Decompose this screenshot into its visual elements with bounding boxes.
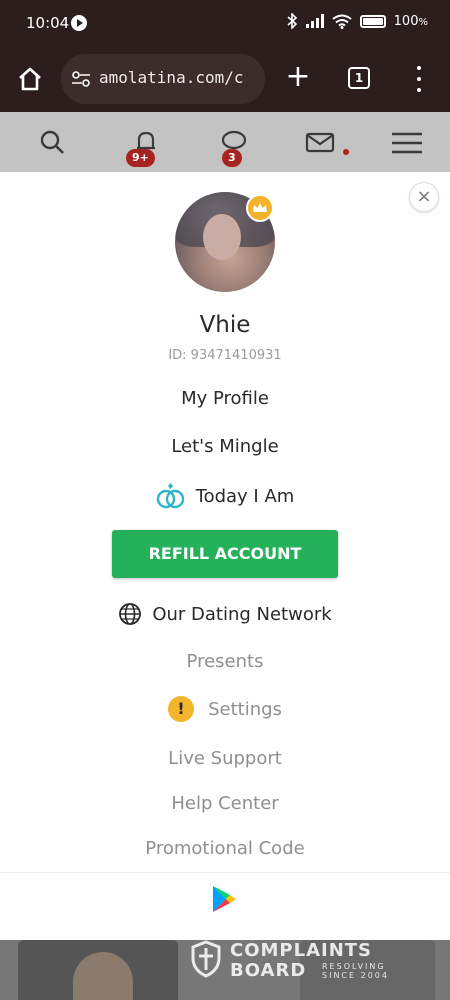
profile-username: Vhie [199, 312, 251, 338]
watermark-line2: BOARD [230, 960, 307, 981]
status-time: 10:04 [26, 14, 70, 32]
divider [0, 872, 450, 873]
menu-item-label: Our Dating Network [152, 603, 332, 625]
menu-item-help-center[interactable]: Help Center [0, 793, 450, 814]
search-icon[interactable] [36, 126, 68, 158]
wifi-icon [332, 14, 352, 29]
menu-item-lets-mingle[interactable]: Let's Mingle [0, 436, 450, 457]
browser-menu-icon[interactable] [413, 66, 425, 92]
bluetooth-icon [287, 13, 297, 29]
browser-toolbar: amolatina.com/c + 1 [0, 48, 450, 112]
status-bar: 10:04 100% [0, 0, 450, 48]
signal-icon [305, 14, 324, 28]
url-text: amolatina.com/c [99, 68, 244, 87]
profile-menu-panel: × Vhie ID: 93471410931 My Profile Let's … [0, 172, 450, 940]
menu-item-dating-network[interactable]: Our Dating Network [0, 602, 450, 631]
mail-unread-dot [343, 149, 349, 155]
rings-icon [156, 483, 184, 509]
dimmed-page-content: COMPLAINTS BOARD RESOLVING SINCE 2004 [0, 940, 450, 1000]
chat-badge: 3 [222, 149, 242, 167]
member-photo [18, 940, 178, 1000]
menu-item-live-support[interactable]: Live Support [0, 748, 450, 769]
notifications-badge: 9+ [126, 149, 155, 167]
profile-user-id: ID: 93471410931 [168, 348, 282, 363]
shield-icon [191, 940, 221, 978]
media-playing-icon [71, 15, 87, 31]
site-nav: 9+ 3 [0, 112, 450, 174]
tab-switcher-button[interactable]: 1 [348, 67, 370, 89]
menu-item-label: Settings [208, 698, 282, 720]
crown-badge-icon [246, 194, 274, 222]
globe-icon [119, 603, 142, 625]
watermark-tagline: RESOLVING SINCE 2004 [322, 962, 389, 980]
menu-item-today-i-am[interactable]: Today I Am [0, 482, 450, 515]
mail-icon[interactable] [304, 126, 336, 158]
battery-level: 100% [393, 13, 428, 29]
close-button[interactable]: × [409, 182, 439, 212]
menu-item-label: Today I Am [195, 485, 295, 507]
menu-item-promo-code[interactable]: Promotional Code [0, 838, 450, 859]
battery-icon [359, 14, 386, 28]
warning-icon: ! [168, 696, 195, 722]
menu-item-settings[interactable]: ! Settings [0, 696, 450, 722]
home-icon[interactable] [14, 63, 46, 95]
site-settings-icon[interactable] [71, 71, 91, 87]
watermark-line1: COMPLAINTS [230, 940, 373, 961]
menu-item-my-profile[interactable]: My Profile [0, 388, 450, 409]
new-tab-button[interactable]: + [284, 62, 312, 92]
menu-item-presents[interactable]: Presents [0, 651, 450, 672]
google-play-icon[interactable] [211, 885, 237, 913]
hamburger-menu-icon[interactable] [390, 126, 422, 158]
url-bar[interactable]: amolatina.com/c [61, 54, 265, 104]
watermark-logo: COMPLAINTS BOARD RESOLVING SINCE 2004 [190, 940, 410, 982]
refill-account-button[interactable]: REFILL ACCOUNT [112, 530, 338, 578]
